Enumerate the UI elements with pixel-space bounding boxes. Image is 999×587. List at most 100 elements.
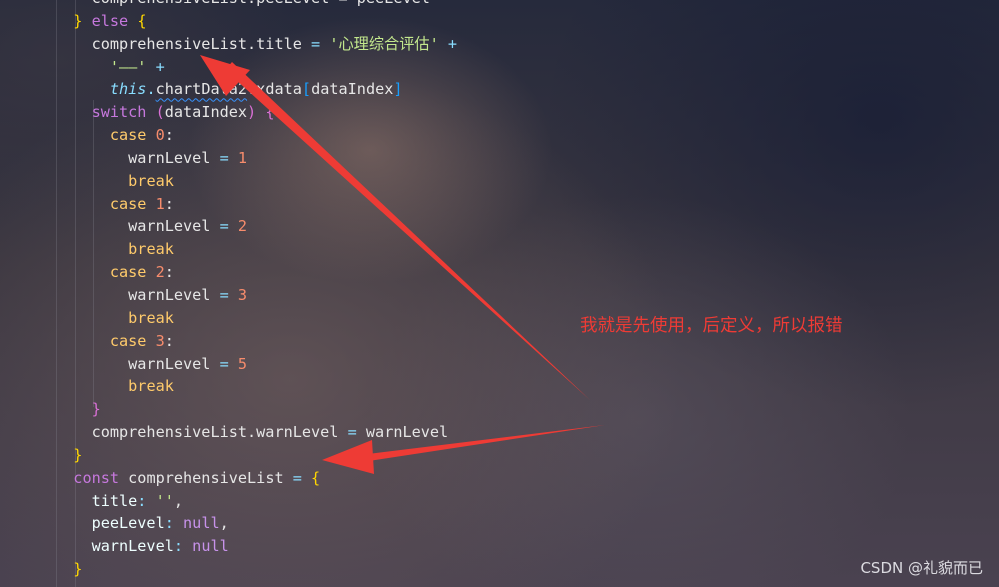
code-line[interactable]: case 0: <box>55 124 457 147</box>
code-token: : <box>173 537 193 556</box>
code-block[interactable]: comprehensiveList.peeLevel = peeLevel } … <box>0 0 457 581</box>
code-token: '心理综合评估' <box>329 34 439 53</box>
code-token: warnLevel <box>55 537 174 556</box>
code-line[interactable]: } <box>55 444 457 467</box>
code-token: ( <box>146 103 165 122</box>
code-token: dataIndex <box>164 103 248 122</box>
code-token: = <box>347 423 366 442</box>
code-token: } <box>91 400 101 419</box>
code-token: 2 <box>146 263 165 282</box>
code-line[interactable]: break <box>55 238 457 261</box>
code-token: case <box>109 126 147 145</box>
code-token: chartData2 <box>155 80 248 99</box>
code-token: 5 <box>237 354 248 373</box>
code-token: comprehensiveList.warnLevel <box>55 423 348 442</box>
code-line[interactable]: comprehensiveList.warnLevel = warnLevel <box>55 421 457 444</box>
code-token: = <box>219 285 238 304</box>
code-line[interactable]: break <box>55 307 457 330</box>
code-line[interactable]: } <box>55 398 457 421</box>
code-line[interactable]: } <box>55 558 457 581</box>
code-token: ) <box>247 103 266 122</box>
code-token: : <box>164 514 184 533</box>
code-token: = <box>219 217 238 236</box>
annotation-text: 我就是先使用，后定义，所以报错 <box>580 316 843 336</box>
code-line[interactable]: switch (dataIndex) { <box>55 101 457 124</box>
code-line[interactable]: warnLevel = 1 <box>55 147 457 170</box>
code-token: 3 <box>146 331 165 350</box>
code-token: warnLevel <box>55 148 220 167</box>
code-token: = <box>292 468 312 487</box>
code-token: = <box>219 148 238 167</box>
code-line[interactable]: case 1: <box>55 193 457 216</box>
code-line[interactable]: warnLevel: null <box>55 535 457 558</box>
code-token: comprehensiveList <box>119 468 293 487</box>
code-token: 3 <box>237 285 248 304</box>
code-token: break <box>128 240 174 259</box>
code-line[interactable]: warnLevel = 5 <box>55 353 457 376</box>
code-token: : <box>164 263 174 282</box>
code-token: warnLevel <box>365 423 449 442</box>
code-line[interactable]: this.chartData2.xdata[dataIndex] <box>55 78 457 101</box>
code-token: case <box>109 263 147 282</box>
code-token: title <box>55 491 138 510</box>
code-line[interactable]: comprehensiveList.title = '心理综合评估' + <box>55 33 457 56</box>
code-token: } <box>73 445 83 464</box>
code-line[interactable]: comprehensiveList.peeLevel = peeLevel <box>55 0 457 10</box>
code-line[interactable]: warnLevel = 2 <box>55 215 457 238</box>
code-token: [ <box>301 80 312 99</box>
code-token: 1 <box>146 194 165 213</box>
code-line[interactable]: } else { <box>55 10 457 33</box>
code-token: { <box>137 11 147 30</box>
code-line[interactable]: '——' + <box>55 56 457 79</box>
code-token: 0 <box>146 126 165 145</box>
code-token: break <box>128 308 174 327</box>
code-token: = <box>219 354 238 373</box>
code-editor-screenshot: comprehensiveList.peeLevel = peeLevel } … <box>0 0 999 587</box>
code-token: break <box>128 377 174 396</box>
code-token: 1 <box>237 148 248 167</box>
code-line[interactable]: case 2: <box>55 261 457 284</box>
code-token: comprehensiveList.title <box>55 34 312 53</box>
code-token: ] <box>393 80 403 99</box>
code-token: + <box>438 34 458 53</box>
code-token: { <box>311 468 321 487</box>
code-line[interactable]: case 3: <box>55 330 457 353</box>
code-token: : <box>164 126 174 145</box>
code-token: { <box>265 103 275 122</box>
code-line[interactable]: break <box>55 170 457 193</box>
code-line[interactable]: peeLevel: null, <box>55 512 457 535</box>
code-token: warnLevel <box>55 354 220 373</box>
watermark: CSDN @礼貌而已 <box>860 559 983 577</box>
code-token: warnLevel <box>55 217 220 236</box>
code-token: null <box>192 537 229 556</box>
code-token: : <box>137 491 156 510</box>
code-line[interactable]: break <box>55 375 457 398</box>
code-token: .xdata <box>247 80 302 99</box>
code-token: warnLevel <box>55 285 220 304</box>
code-token: else <box>82 11 138 30</box>
code-token: const <box>73 468 120 487</box>
code-token: '' <box>155 491 174 510</box>
code-token: dataIndex <box>311 80 394 99</box>
code-line[interactable]: title: '', <box>55 490 457 513</box>
code-token: peeLevel <box>55 514 165 533</box>
code-token: switch <box>91 103 147 122</box>
code-line[interactable]: const comprehensiveList = { <box>55 467 457 490</box>
code-token: break <box>128 171 174 190</box>
code-token: , <box>173 491 184 510</box>
code-token: case <box>109 331 147 350</box>
code-token: 2 <box>237 217 248 236</box>
code-line[interactable]: warnLevel = 3 <box>55 284 457 307</box>
